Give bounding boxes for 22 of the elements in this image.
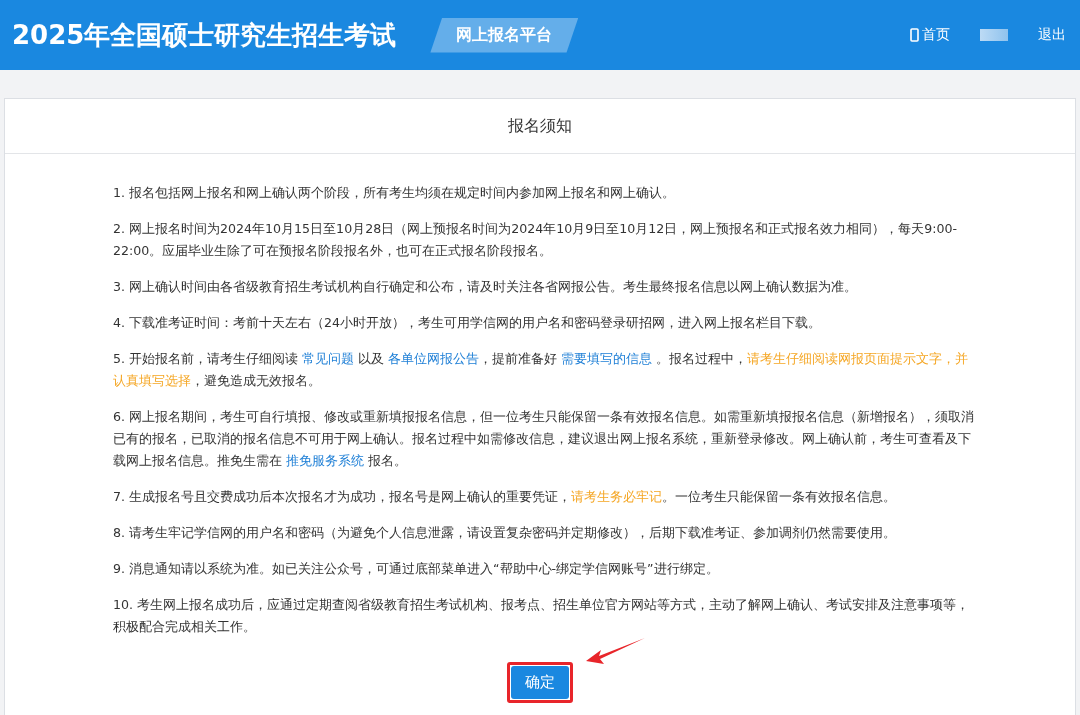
blurred-username [980,29,1008,41]
site-title: 2025年全国硕士研究生招生考试 [12,18,397,52]
notice-paragraph: 2. 网上报名时间为2024年10月15日至10月28日（网上预报名时间为2024年10月9日至10月12日，网上预报名和正式报名效力相同），每天9:00-22:00。应届毕业生除了可在预报名阶段报名外，也可在正式报名阶段报名。 [113,220,959,260]
phone-icon [910,28,919,42]
notice-link[interactable]: 各单位网报公告 [388,351,480,366]
notice-link[interactable]: 需要填写的信息 [561,351,653,366]
notice-paragraph: 5. 开始报名前，请考生仔细阅读 常见问题 以及 各单位网报公告，提前准备好 需要填写的信息 。报名过程中，请考生仔细阅读网报页面提示文字，并认真填写选择，避免造成无效报名。 [113,350,970,390]
notice-paragraph: 9. 消息通知请以系统为准。如已关注公众号，可通过底部菜单进入“帮助中心-绑定学信网账号”进行绑定。 [113,560,720,578]
confirm-button[interactable]: 确定 [511,666,569,699]
notice-title: 报名须知 [5,99,1075,154]
platform-badge: 网上报名平台 [430,17,579,53]
home-link[interactable]: 首页 [910,26,950,44]
notice-paragraph: 10. 考生网上报名成功后，应通过定期查阅省级教育招生考试机构、报考点、招生单位官方网站等方式，主动了解网上确认、考试安排及注意事项等，积极配合完成相关工作。 [113,596,971,636]
notice-link[interactable]: 常见问题 [302,351,355,366]
notice-link[interactable]: 推免服务系统 [286,453,364,468]
notice-paragraph: 3. 网上确认时间由各省级教育招生考试机构自行确定和公布，请及时关注各省网报公告。考生最终报名信息以网上确认数据为准。 [113,278,859,296]
notice-paragraph: 6. 网上报名期间，考生可自行填报、修改或重新填报报名信息，但一位考生只能保留一条有效报名信息。如需重新填报报名信息（新增报名），须取消已有的报名，已取消的报名信息不可用于网上确认。报名过程中如需修改信息，建议退出网上报名系统，重新登录修改。网上确认前，考生可查看及下载网上报名信息。推免生需在 推免服务系统 报名。 [113,408,976,470]
notice-paragraph: 4. 下载准考证时间：考前十天左右（24小时开放），考生可用学信网的用户名和密码登录研招网，进入网上报名栏目下载。 [113,314,823,332]
notice-paragraph: 1. 报名包括网上报名和网上确认两个阶段，所有考生均须在规定时间内参加网上报名和网上确认。 [113,184,677,202]
logout-link[interactable]: 退出 [1038,26,1066,44]
notice-paragraph: 7. 生成报名号且交费成功后本次报名才为成功，报名号是网上确认的重要凭证，请考生务必牢记。一位考生只能保留一条有效报名信息。 [113,488,898,506]
notice-paragraph: 8. 请考生牢记学信网的用户名和密码（为避免个人信息泄露，请设置复杂密码并定期修改），后期下载准考证、参加调剂仍然需要使用。 [113,524,898,542]
